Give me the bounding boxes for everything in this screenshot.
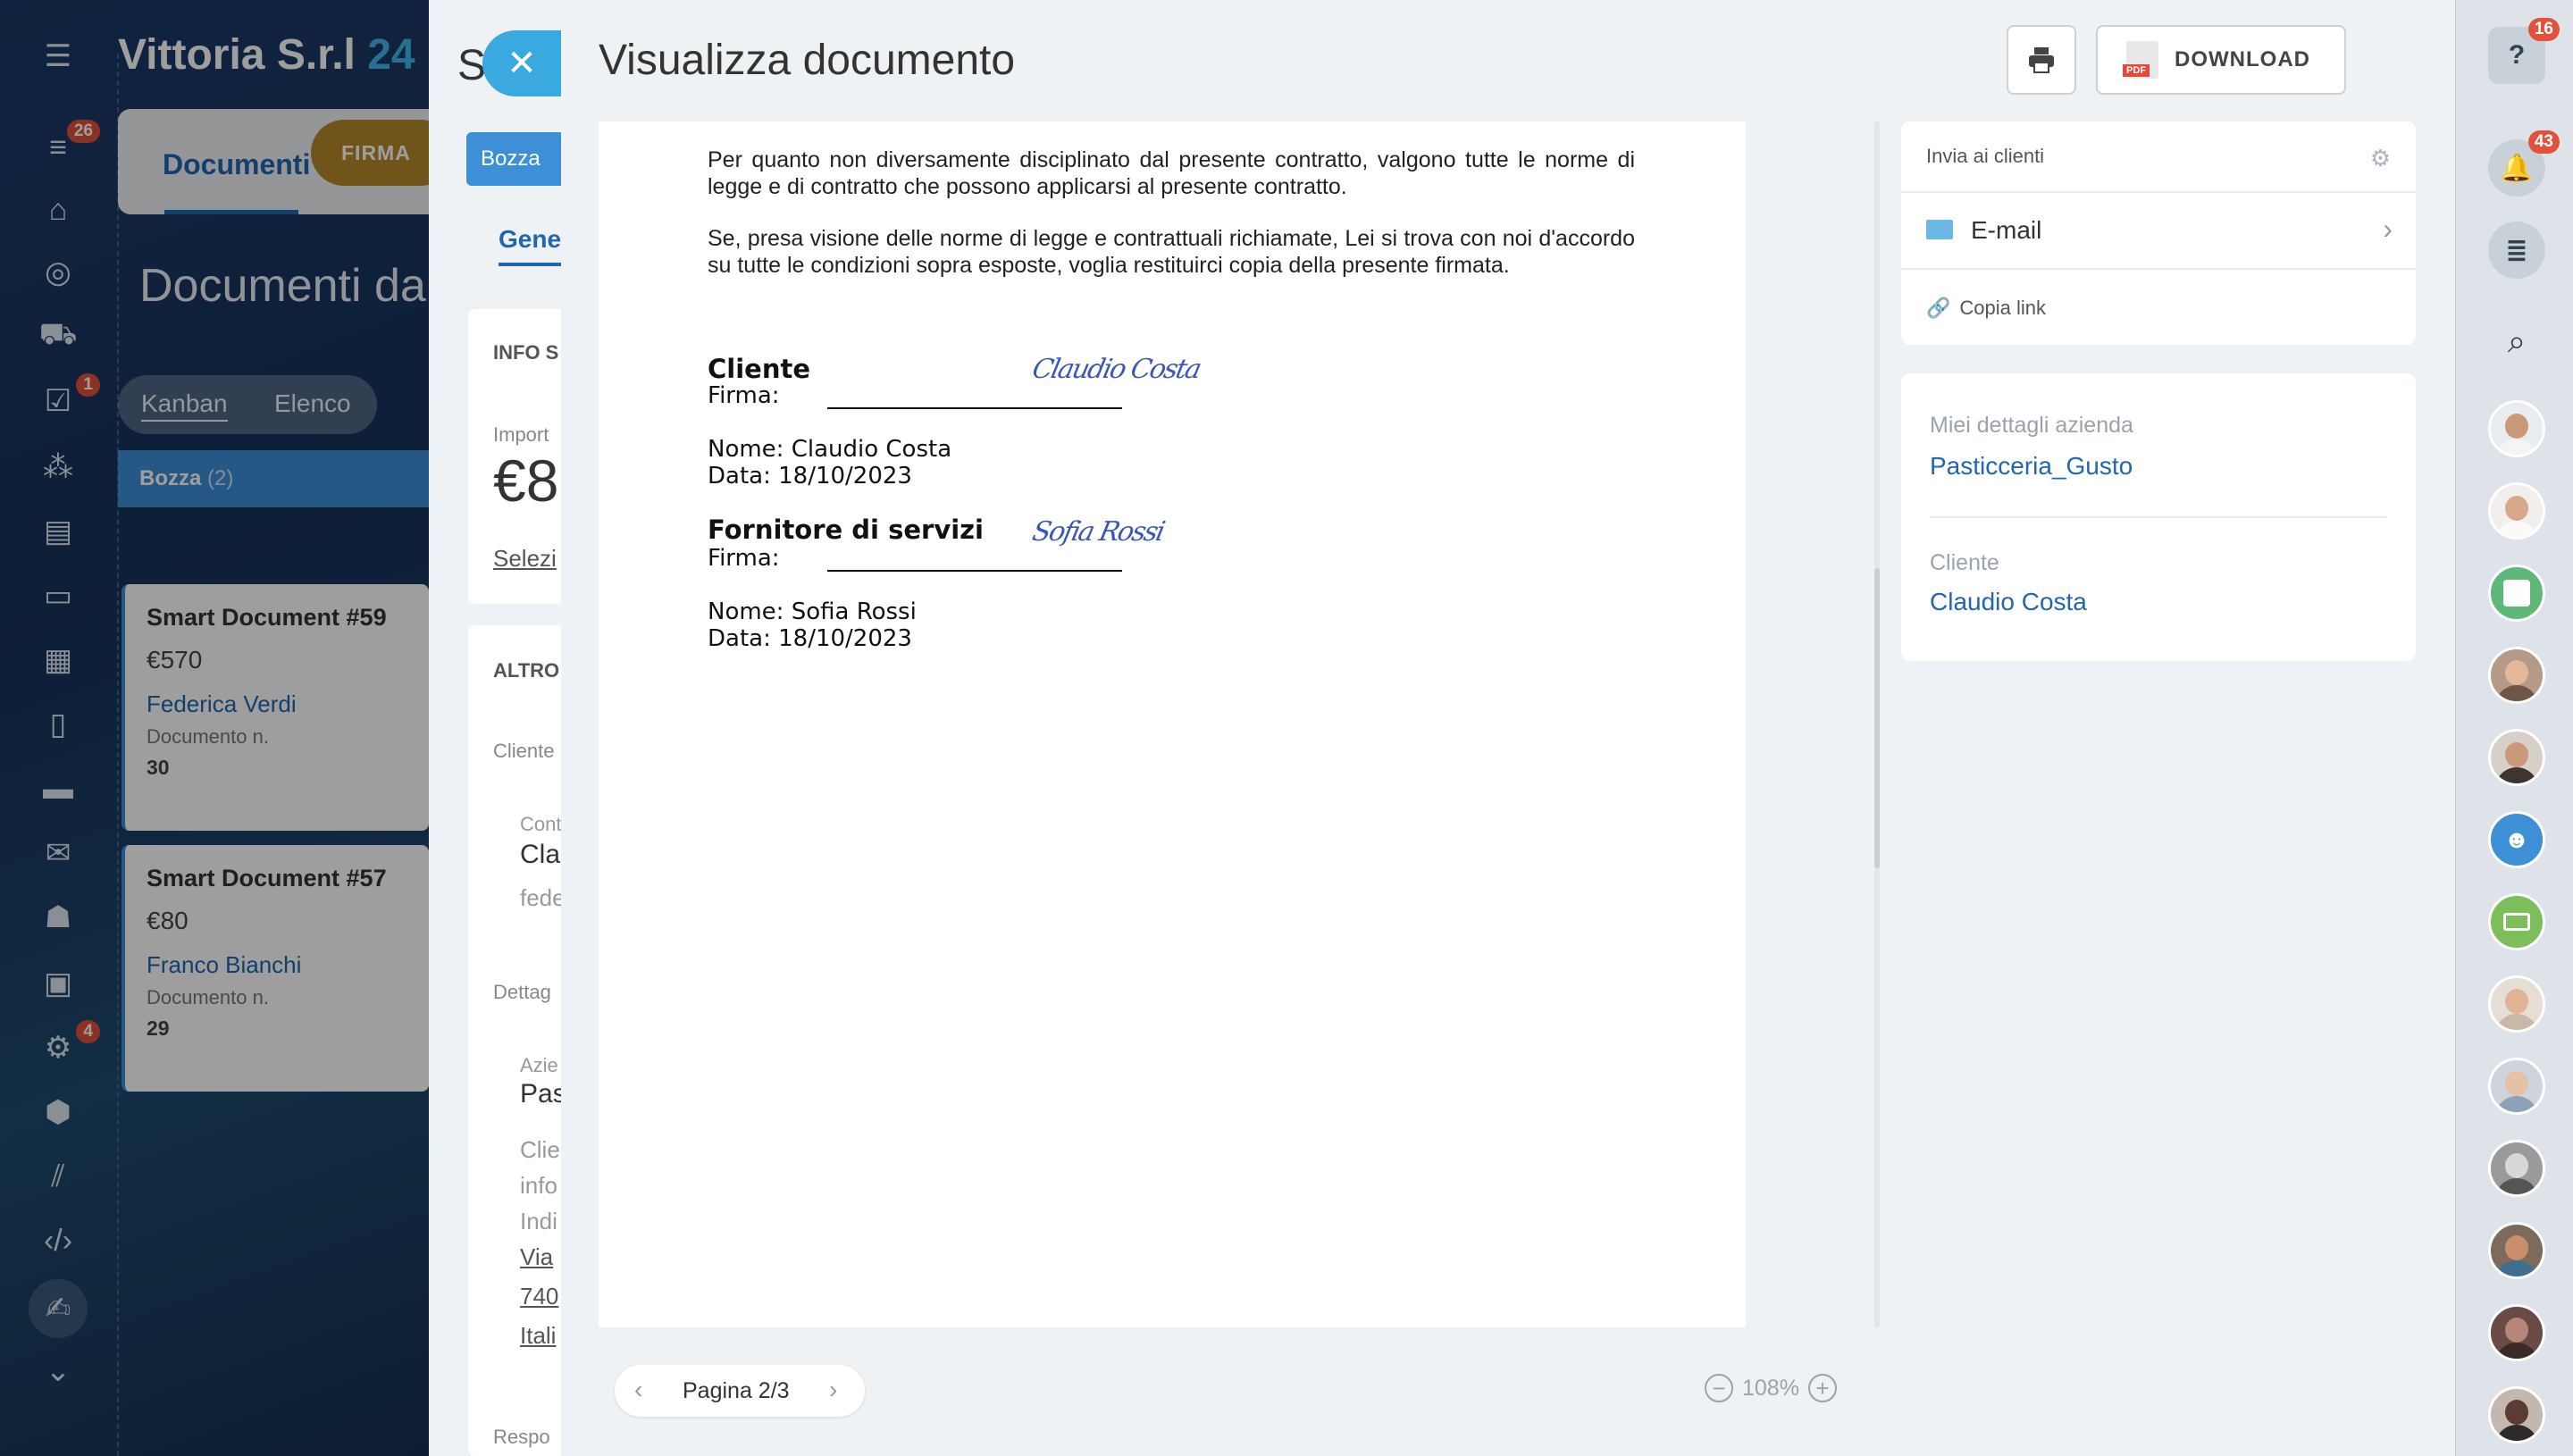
print-button[interactable] xyxy=(2007,25,2076,95)
address-line-2[interactable]: 740 xyxy=(520,1283,558,1310)
envelope-icon xyxy=(1926,220,1953,239)
money-app-icon[interactable] xyxy=(2488,893,2545,950)
prev-page-icon[interactable]: ‹ xyxy=(634,1376,642,1404)
gear-icon[interactable]: ⚙ xyxy=(2370,145,2391,172)
client-label: Cliente xyxy=(1930,550,1999,575)
avatar[interactable] xyxy=(2488,400,2545,457)
zoom-level: 108% xyxy=(1742,1375,1799,1401)
help-icon[interactable]: ? 16 xyxy=(2488,18,2560,84)
detail-tab-underline xyxy=(499,263,563,266)
address-line-3[interactable]: Itali xyxy=(520,1322,556,1350)
avatar[interactable] xyxy=(2488,647,2545,704)
dettagli-label: Dettag xyxy=(493,981,551,1003)
help-badge: 16 xyxy=(2527,18,2560,41)
contact-name[interactable]: Cla xyxy=(520,840,560,870)
scrollbar-thumb[interactable] xyxy=(1874,568,1880,868)
chevron-right-icon: › xyxy=(2383,213,2393,245)
address-line-1[interactable]: Via xyxy=(520,1243,553,1271)
document-paragraph: Per quanto non diversamente disciplinato… xyxy=(708,147,1635,199)
info-label: info xyxy=(520,1172,557,1199)
checklist-app-icon[interactable] xyxy=(2488,565,2545,622)
avatar[interactable] xyxy=(2488,975,2545,1033)
avatar[interactable] xyxy=(2488,1222,2545,1279)
other-section-title: ALTRO xyxy=(493,659,560,682)
zoom-controls: − 108% + xyxy=(1705,1374,1837,1402)
close-slider-button[interactable]: ✕ xyxy=(482,30,561,96)
send-to-clients-card: Invia ai clienti ⚙ E-mail › 🔗 Copia link xyxy=(1901,121,2416,345)
viewer-title: Visualizza documento xyxy=(599,37,1016,84)
document-detail-slider: S Bozza Gene INFO S Import €8 Selezi ALT… xyxy=(429,0,563,1456)
importo-value: €8 xyxy=(493,448,559,514)
avatar[interactable] xyxy=(2488,1386,2545,1443)
send-card-heading: Invia ai clienti xyxy=(1926,145,2045,167)
detail-stage-button[interactable]: Bozza xyxy=(466,132,563,186)
contact-email: fede xyxy=(520,884,563,911)
next-page-icon[interactable]: › xyxy=(829,1376,837,1404)
cli-label: Clie xyxy=(520,1136,560,1163)
page-indicator: Pagina 2/3 xyxy=(683,1378,790,1403)
notifications-badge: 43 xyxy=(2527,130,2560,154)
supplier-date: Data: 18/10/2023 xyxy=(708,625,912,652)
responsabile-label: Respo xyxy=(493,1426,550,1448)
supplier-name: Nome: Sofia Rossi xyxy=(708,598,917,625)
pdf-file-icon: PDF xyxy=(2123,41,2158,79)
page-navigator: ‹ Pagina 2/3 › xyxy=(615,1365,865,1417)
client-name: Nome: Claudio Costa xyxy=(708,436,952,463)
group-chat-icon[interactable]: ☻ xyxy=(2488,811,2545,868)
bell-icon[interactable]: 🔔 43 xyxy=(2488,130,2560,197)
company-details-label: Miei dettagli azienda xyxy=(1930,413,2133,438)
client-signature-image: Claudio Costa xyxy=(1029,354,1203,385)
client-signature-heading: Cliente xyxy=(708,354,811,384)
supplier-signature-rule xyxy=(827,570,1122,572)
right-toolbar: ? 16 🔔 43 ≣ ⌕ ☻ xyxy=(2455,0,2573,1456)
chat-bubbles-icon[interactable]: ≣ xyxy=(2488,222,2545,279)
printer-icon xyxy=(2029,47,2054,73)
document-page: Per quanto non diversamente disciplinato… xyxy=(599,121,1746,1327)
zoom-in-icon[interactable]: + xyxy=(1807,1374,1837,1402)
azienda-label: Azie xyxy=(520,1054,558,1076)
detail-tab-general[interactable]: Gene xyxy=(499,225,561,254)
supplier-firma-label: Firma: xyxy=(708,545,780,572)
copy-link-button[interactable]: 🔗 Copia link xyxy=(1926,297,2046,320)
document-viewer-slider: Visualizza documento PDF DOWNLOAD Per qu… xyxy=(561,0,2455,1456)
avatar[interactable] xyxy=(2488,729,2545,786)
supplier-signature-heading: Fornitore di servizi xyxy=(708,515,984,545)
client-value[interactable]: Claudio Costa xyxy=(1930,588,2087,616)
link-icon: 🔗 xyxy=(1926,297,1951,319)
details-card: Miei dettagli azienda Pasticceria_Gusto … xyxy=(1901,373,2416,661)
cliente-label: Cliente xyxy=(493,740,555,762)
company-details-value[interactable]: Pasticceria_Gusto xyxy=(1930,452,2133,481)
client-signature-rule xyxy=(827,407,1122,409)
info-section-title: INFO S xyxy=(493,341,559,364)
avatar[interactable] xyxy=(2488,1140,2545,1197)
document-paragraph: Se, presa visione delle norme di legge e… xyxy=(708,226,1635,278)
client-date: Data: 18/10/2023 xyxy=(708,463,912,490)
details-divider xyxy=(1930,516,2387,518)
email-send-option[interactable]: E-mail › xyxy=(1901,191,2416,270)
document-scrollbar[interactable] xyxy=(1874,121,1880,1327)
zoom-out-icon[interactable]: − xyxy=(1705,1374,1733,1402)
download-button[interactable]: PDF DOWNLOAD xyxy=(2096,25,2346,95)
indirizzo-label: Indi xyxy=(520,1208,557,1234)
search-icon[interactable]: ⌕ xyxy=(2488,313,2545,370)
avatar[interactable] xyxy=(2488,482,2545,540)
azienda-value: Pas xyxy=(520,1079,563,1109)
supplier-signature-image: Sofia Rossi xyxy=(1029,516,1167,548)
importo-label: Import xyxy=(493,423,549,446)
client-firma-label: Firma: xyxy=(708,382,780,409)
close-icon: ✕ xyxy=(507,44,537,83)
contact-label: Cont xyxy=(520,813,562,835)
avatar[interactable] xyxy=(2488,1058,2545,1115)
avatar[interactable] xyxy=(2488,1304,2545,1361)
download-label: DOWNLOAD xyxy=(2175,47,2310,71)
email-label: E-mail xyxy=(1971,216,2042,244)
seleziona-link[interactable]: Selezi xyxy=(493,545,557,573)
